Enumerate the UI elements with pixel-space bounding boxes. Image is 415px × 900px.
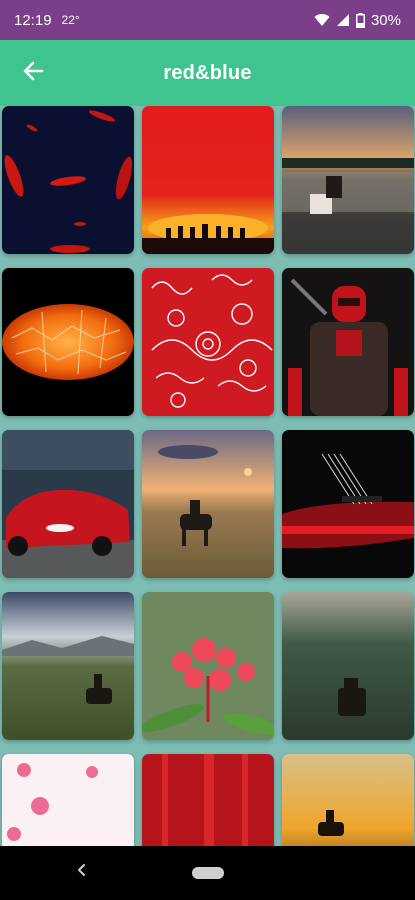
wallpaper-tile[interactable] — [142, 106, 274, 254]
nav-home-pill[interactable] — [191, 867, 224, 879]
status-temperature: 22° — [61, 13, 80, 27]
back-button[interactable] — [18, 58, 48, 88]
nav-back-button[interactable] — [70, 860, 94, 884]
signal-icon — [336, 13, 350, 27]
wallpaper-tile[interactable] — [142, 430, 274, 578]
wallpaper-tile[interactable] — [282, 268, 414, 416]
wallpaper-tile[interactable] — [282, 106, 414, 254]
rider-on-plains-wallpaper-icon — [142, 430, 274, 578]
rider-in-forest-wallpaper-icon — [282, 592, 414, 740]
arrow-back-icon — [22, 60, 44, 87]
wifi-icon — [314, 13, 330, 27]
battery-icon — [355, 12, 365, 28]
wallpaper-tile[interactable] — [142, 592, 274, 740]
red-sports-car-wallpaper-icon — [2, 430, 134, 578]
system-nav-bar — [0, 846, 415, 900]
wallpaper-tile[interactable] — [2, 754, 134, 846]
status-bar: 12:19 22° 30% — [0, 0, 415, 40]
wallpaper-tile[interactable] — [2, 592, 134, 740]
status-time: 12:19 — [14, 11, 52, 29]
wallpaper-tile[interactable] — [282, 430, 414, 578]
wallpaper-grid[interactable] — [0, 106, 415, 846]
wallpaper-tile[interactable] — [282, 754, 414, 846]
wallpaper-tile[interactable] — [2, 106, 134, 254]
rider-at-lake-wallpaper-icon — [282, 106, 414, 254]
battery-percent: 30% — [370, 11, 401, 29]
wallpaper-tile[interactable] — [142, 268, 274, 416]
red-guitar-wallpaper-icon — [282, 430, 414, 578]
chevron-left-icon — [75, 863, 89, 882]
red-feathers-wallpaper-icon — [2, 106, 134, 254]
golden-sunset-rider-wallpaper-icon — [282, 754, 414, 846]
rider-on-hills-wallpaper-icon — [2, 592, 134, 740]
app-bar: red&blue — [0, 40, 415, 106]
red-bandana-pattern-wallpaper-icon — [142, 268, 274, 416]
red-flower-wallpaper-icon — [142, 592, 274, 740]
wallpaper-tile[interactable] — [2, 430, 134, 578]
wallpaper-tile[interactable] — [2, 268, 134, 416]
wallpaper-tile[interactable] — [282, 592, 414, 740]
wallpaper-tile[interactable] — [142, 754, 274, 846]
red-hood-soldier-wallpaper-icon — [282, 268, 414, 416]
red-sunset-riders-wallpaper-icon — [142, 106, 274, 254]
page-title: red&blue — [163, 61, 252, 84]
red-stripes-wallpaper-icon — [142, 754, 274, 846]
pink-blossoms-wallpaper-icon — [2, 754, 134, 846]
glowing-orange-orb-wallpaper-icon — [2, 268, 134, 416]
